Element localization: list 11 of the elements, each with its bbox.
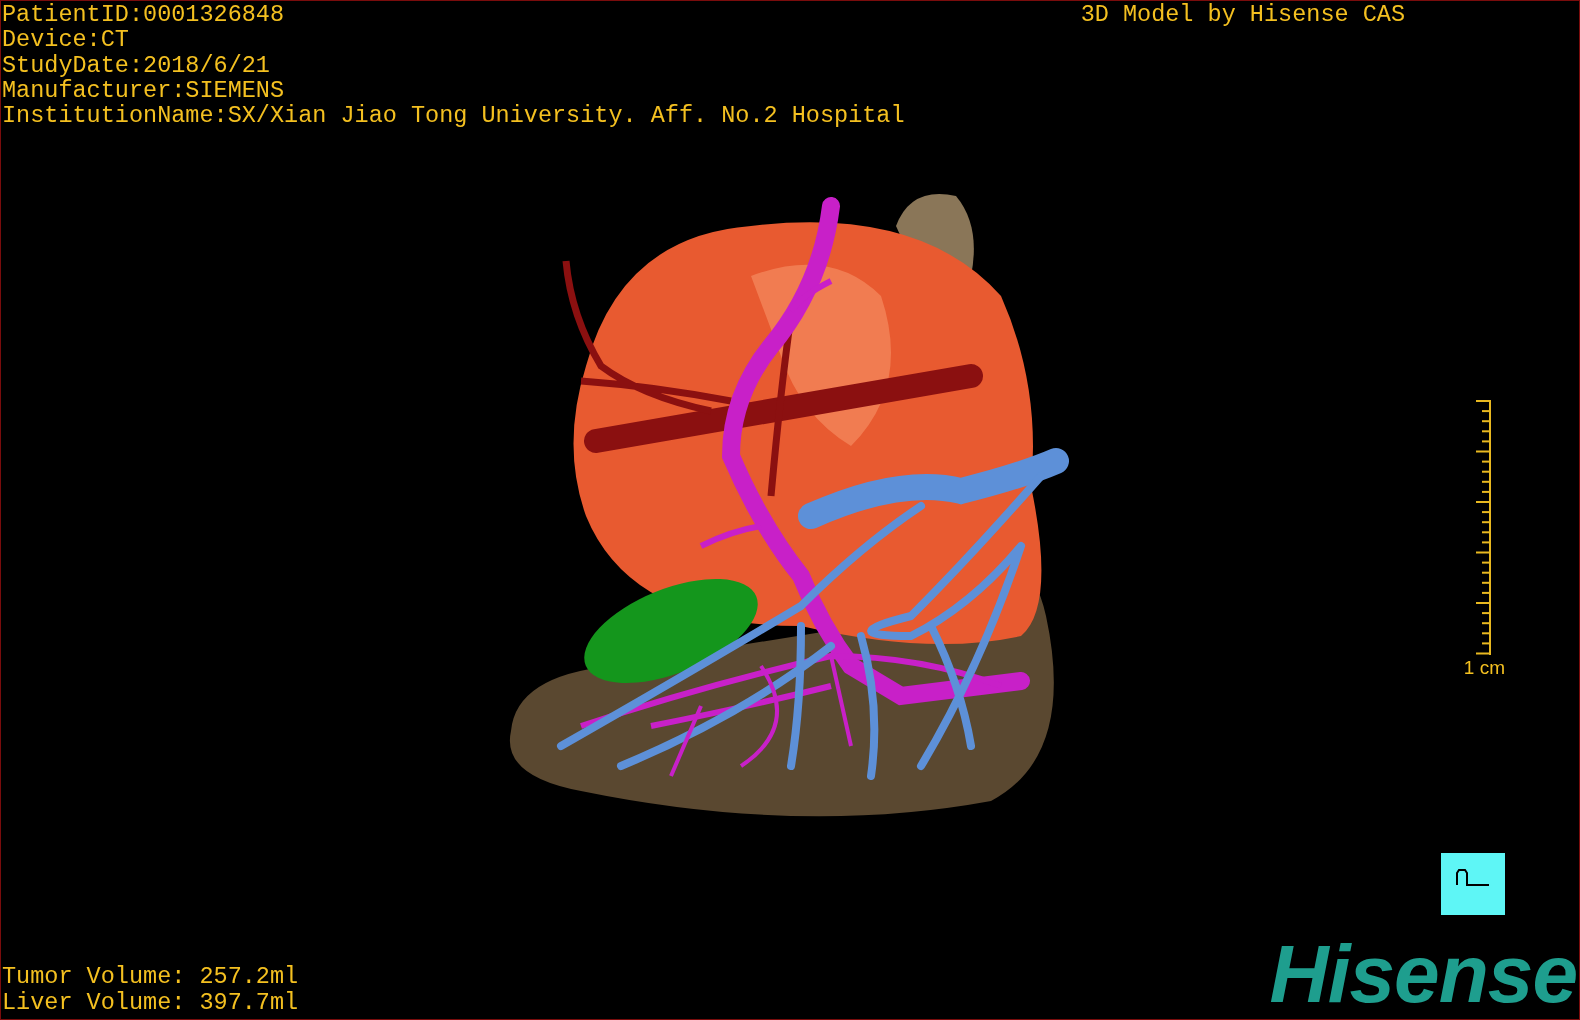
volume-text: Liver Volume: 397.7ml (2, 989, 299, 1015)
patient-info-text: Device:CT (2, 27, 130, 53)
volume-text: Tumor Volume: 257.2ml (2, 964, 299, 990)
scale-label: 1 cm (1463, 657, 1505, 680)
patient-info-text: PatientID:0001326848 (2, 2, 286, 28)
brand-logo: Hisense (1269, 939, 1577, 1009)
viewer-title: 3D Model by Hisense CAS (1080, 2, 1405, 30)
orientation-cube-icon[interactable] (1441, 853, 1505, 916)
patient-info-text: StudyDate:2018/6/21 (2, 52, 271, 78)
patient-info-text: InstitutionName:SX/Xian Jiao Tong University. Aff. No.2 Hospital (2, 103, 905, 129)
patient-info-text: Manufacturer:SIEMENS (2, 77, 286, 104)
